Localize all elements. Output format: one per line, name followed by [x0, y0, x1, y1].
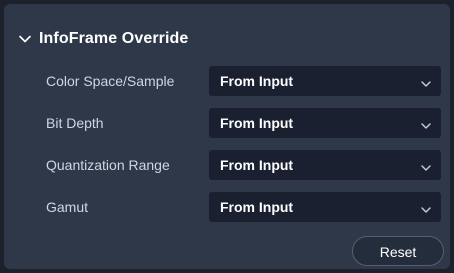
quantization-range-value: From Input	[220, 157, 294, 173]
bit-depth-value: From Input	[220, 115, 294, 131]
field-row-bit-depth: Bit Depth From Input	[4, 108, 450, 138]
gamut-select[interactable]: From Input	[209, 192, 441, 222]
infoframe-override-panel: InfoFrame Override Color Space/Sample Fr…	[4, 4, 450, 269]
bit-depth-label: Bit Depth	[46, 115, 104, 131]
quantization-range-label: Quantization Range	[46, 157, 170, 173]
chevron-down-icon	[18, 32, 32, 46]
field-row-color-space: Color Space/Sample From Input	[4, 66, 450, 96]
color-space-select[interactable]: From Input	[209, 66, 441, 96]
section-header-toggle[interactable]: InfoFrame Override	[18, 28, 188, 50]
quantization-range-select[interactable]: From Input	[209, 150, 441, 180]
chevron-down-icon	[420, 76, 432, 87]
chevron-down-icon	[420, 202, 432, 213]
bit-depth-select[interactable]: From Input	[209, 108, 441, 138]
color-space-label: Color Space/Sample	[46, 73, 175, 89]
gamut-value: From Input	[220, 199, 294, 215]
reset-button[interactable]: Reset	[352, 236, 444, 266]
chevron-down-icon	[420, 118, 432, 129]
gamut-label: Gamut	[46, 199, 89, 215]
chevron-down-icon	[420, 160, 432, 171]
section-title: InfoFrame Override	[39, 30, 189, 47]
field-row-quantization-range: Quantization Range From Input	[4, 150, 450, 180]
field-row-gamut: Gamut From Input	[4, 192, 450, 222]
color-space-value: From Input	[220, 73, 294, 89]
